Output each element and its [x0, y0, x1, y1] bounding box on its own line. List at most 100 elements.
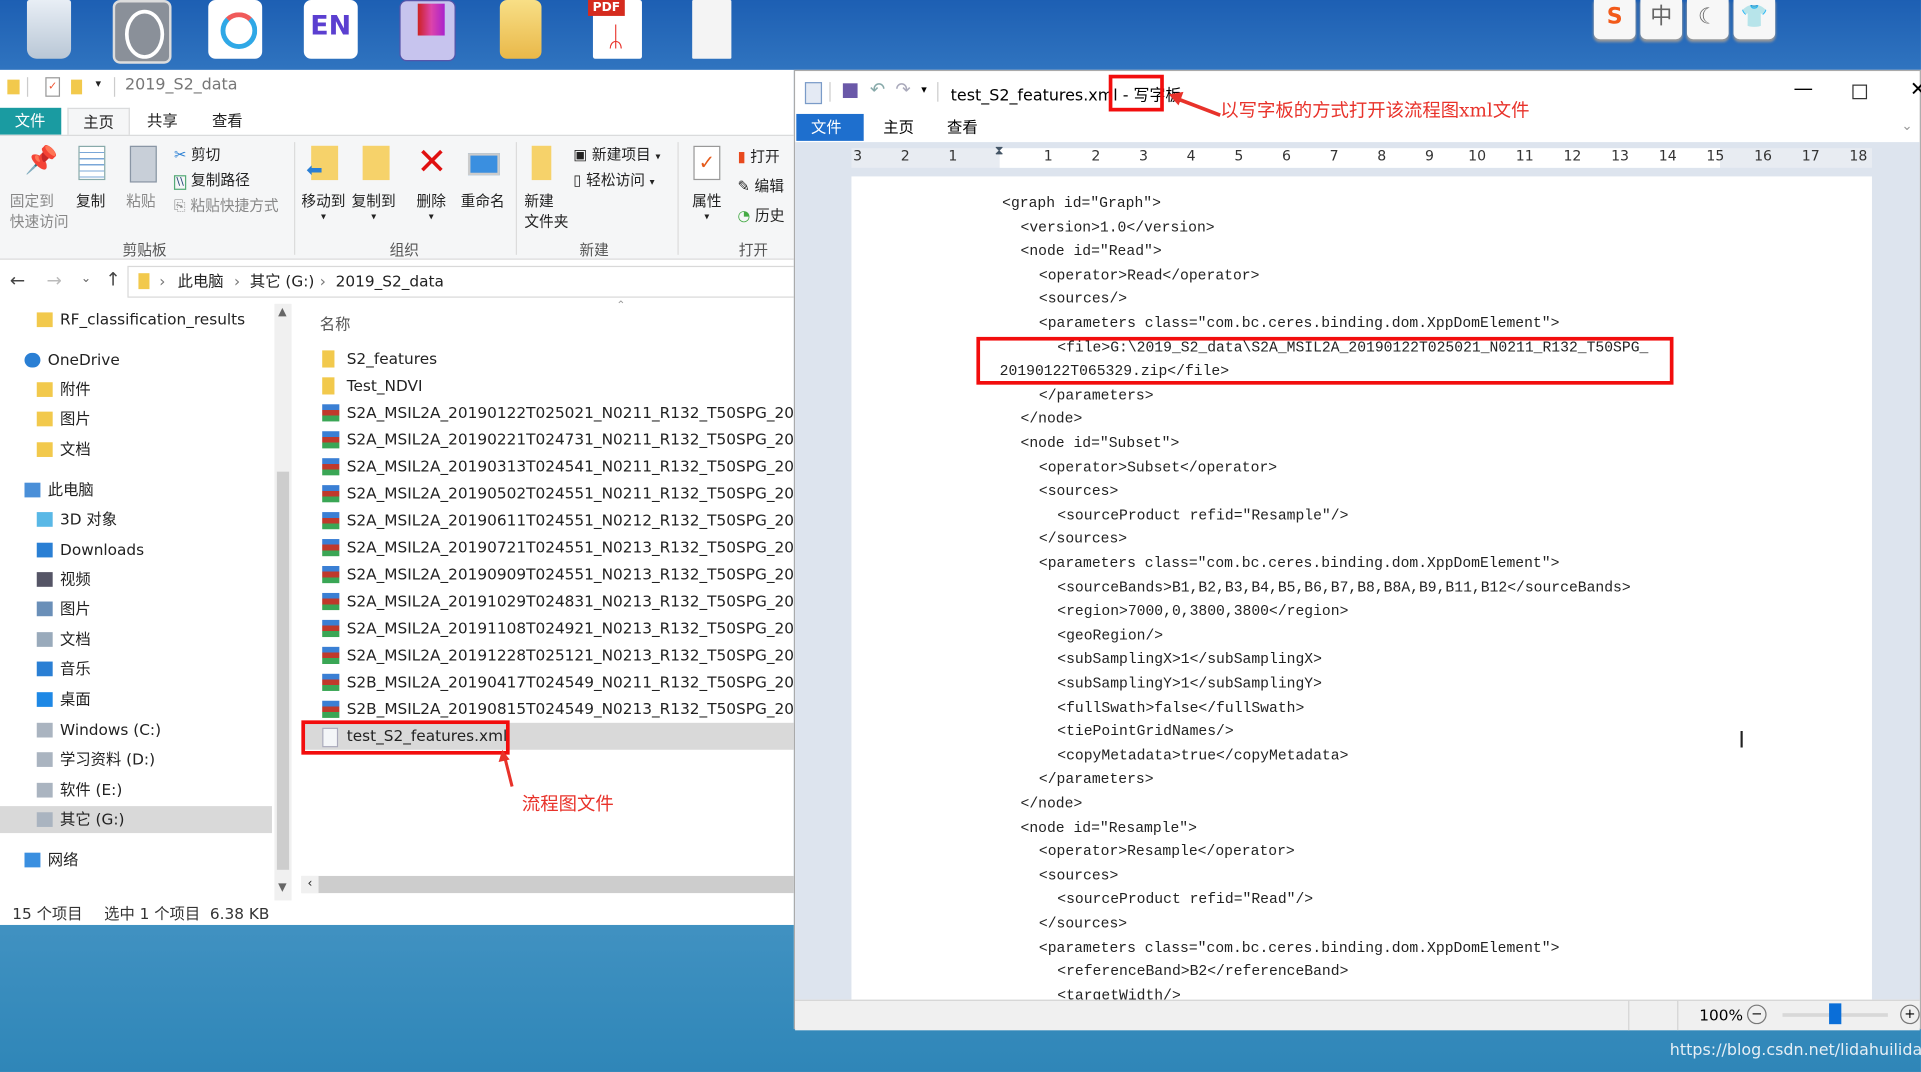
back-arrow-icon[interactable]: ←	[10, 270, 25, 292]
nav-item[interactable]: RF_classification_results	[0, 306, 272, 333]
expand-ribbon-icon[interactable]: ⌄	[1901, 118, 1912, 134]
file-row[interactable]: S2A_MSIL2A_20190721T024551_N0213_R132_T5…	[301, 534, 794, 561]
file-row[interactable]: S2A_MSIL2A_20190502T024551_N0211_R132_T5…	[301, 480, 794, 507]
breadcrumb-folder[interactable]: 2019_S2_data	[336, 267, 444, 296]
new-folder-quick-icon[interactable]	[71, 79, 83, 95]
address-bar[interactable]: › 此电脑 › 其它 (G:) › 2019_S2_data	[127, 265, 797, 298]
file-row[interactable]: S2A_MSIL2A_20190221T024731_N0211_R132_T5…	[301, 426, 794, 453]
maximize-button[interactable]	[1852, 84, 1868, 100]
horizontal-scrollbar[interactable]: ‹	[301, 875, 794, 894]
book-app-icon[interactable]	[399, 0, 456, 62]
tab-home[interactable]: 主页	[67, 107, 130, 138]
file-row[interactable]: S2A_MSIL2A_20190909T024551_N0213_R132_T5…	[301, 561, 794, 588]
file-row[interactable]: S2A_MSIL2A_20191228T025121_N0213_R132_T5…	[301, 642, 794, 669]
tab-view[interactable]: 查看	[932, 114, 992, 141]
file-row[interactable]: S2A_MSIL2A_20191108T024921_N0213_R132_T5…	[301, 615, 794, 642]
edit-button[interactable]: ✎ 编辑	[738, 175, 784, 196]
nav-item[interactable]: 文档	[0, 436, 272, 463]
tab-file[interactable]: 文件	[796, 113, 864, 141]
file-row[interactable]: S2A_MSIL2A_20190611T024551_N0212_R132_T5…	[301, 507, 794, 534]
nav-item[interactable]: 音乐	[0, 655, 272, 682]
title-bar[interactable]: ✓ ▾ 2019_S2_data	[0, 70, 794, 104]
file-row[interactable]: S2B_MSIL2A_20190815T024549_N0213_R132_T5…	[301, 696, 794, 723]
up-arrow-icon[interactable]: ↑	[105, 268, 120, 290]
scroll-down-icon[interactable]: ▼	[278, 882, 286, 894]
nav-scrollbar[interactable]: ▲ ▼	[274, 303, 292, 901]
tab-view[interactable]: 查看	[197, 108, 257, 135]
copy-button[interactable]: 复制	[76, 190, 105, 211]
scroll-left-icon[interactable]: ‹	[301, 875, 319, 894]
file-row[interactable]: S2_features	[301, 345, 793, 372]
nav-item[interactable]: 此电脑	[0, 477, 272, 504]
tab-file[interactable]: 文件	[0, 107, 62, 135]
nav-item[interactable]: 图片	[0, 595, 272, 622]
customize-toolbar-icon[interactable]: ▾	[921, 85, 927, 97]
document-page[interactable]: <graph id="Graph"> <version>1.0</version>…	[851, 176, 1872, 1000]
globe-app-icon[interactable]	[112, 0, 172, 64]
nav-item[interactable]: 文档	[0, 626, 272, 653]
paste-button[interactable]: 粘贴	[126, 190, 155, 211]
undo-icon[interactable]: ↶	[870, 78, 885, 100]
baidu-netdisk-icon[interactable]	[208, 0, 263, 59]
recycle-bin-icon[interactable]	[26, 0, 72, 59]
nav-item[interactable]: Downloads	[0, 537, 272, 564]
breadcrumb-this-pc[interactable]: 此电脑	[178, 267, 224, 296]
ruler[interactable]: ⧗ 3 2 1 1 2 3 4 5 6 7 8 9 10 11 12 13 14 15 16 17 18	[851, 145, 1872, 168]
customize-toolbar-icon[interactable]: ▾	[96, 78, 102, 90]
delete-button[interactable]: 删除 ▾	[417, 190, 446, 221]
easy-access-button[interactable]: ▯ 轻松访问 ▾	[573, 169, 654, 190]
text-document-icon[interactable]	[692, 0, 732, 59]
nav-scroll-thumb[interactable]	[276, 471, 290, 870]
nav-item[interactable]: OneDrive	[0, 347, 272, 374]
chinese-mode-icon[interactable]: 中	[1640, 0, 1683, 40]
minimize-button[interactable]: —	[1794, 76, 1814, 99]
file-row[interactable]: S2A_MSIL2A_20190313T024541_N0211_R132_T5…	[301, 453, 794, 480]
rename-button[interactable]: 重命名	[461, 190, 505, 211]
moon-icon[interactable]: ☾	[1686, 0, 1729, 40]
nav-item[interactable]: Windows (C:)	[0, 717, 272, 744]
copy-path-button[interactable]: \\ 复制路径	[173, 169, 250, 190]
skin-shirt-icon[interactable]: 👕	[1733, 0, 1776, 40]
tab-home[interactable]: 主页	[869, 114, 929, 141]
history-button[interactable]: ◔ 历史	[738, 205, 785, 226]
save-icon[interactable]	[842, 83, 858, 99]
file-row[interactable]: S2A_MSIL2A_20191029T024831_N0213_R132_T5…	[301, 588, 794, 615]
column-header-name[interactable]: 名称	[320, 311, 351, 334]
nav-item[interactable]: 附件	[0, 376, 272, 403]
nav-item[interactable]: 图片	[0, 406, 272, 433]
paste-shortcut-button[interactable]: ⎘ 粘贴快捷方式	[174, 195, 279, 216]
nav-item[interactable]: 软件 (E:)	[0, 777, 272, 804]
redo-icon[interactable]: ↷	[896, 78, 911, 100]
endnote-icon[interactable]: EN	[303, 0, 358, 59]
cut-button[interactable]: ✂ 剪切	[174, 143, 220, 164]
sogou-input-icon[interactable]: S	[1593, 0, 1636, 40]
pdf-icon[interactable]: PDF ᛦ	[588, 0, 642, 59]
zoom-out-button[interactable]: −	[1746, 1004, 1767, 1025]
move-to-button[interactable]: 移动到 ▾	[301, 190, 345, 221]
tab-share[interactable]: 共享	[132, 108, 192, 135]
file-row[interactable]: S2B_MSIL2A_20190417T024549_N0211_R132_T5…	[301, 669, 794, 696]
zoom-in-button[interactable]: +	[1900, 1004, 1920, 1025]
nav-item[interactable]: 桌面	[0, 686, 272, 713]
new-item-button[interactable]: ▣ 新建项目 ▾	[573, 143, 660, 164]
indent-marker-icon[interactable]: ⧗	[995, 145, 1004, 158]
zoom-slider-thumb[interactable]	[1829, 1003, 1842, 1025]
nav-item[interactable]: 网络	[0, 847, 272, 874]
close-button[interactable]: ✕	[1910, 77, 1921, 100]
properties-quick-icon[interactable]: ✓	[45, 77, 61, 97]
recent-locations-icon[interactable]: ⌄	[81, 272, 91, 285]
nav-item[interactable]: 3D 对象	[0, 506, 272, 533]
forward-arrow-icon[interactable]: →	[47, 270, 62, 292]
nav-item[interactable]: 学习资料 (D:)	[0, 746, 272, 773]
folder-doc-icon[interactable]	[499, 0, 542, 59]
properties-button[interactable]: 属性 ▾	[692, 190, 721, 221]
scroll-up-icon[interactable]: ▲	[278, 306, 286, 318]
nav-item[interactable]: 其它 (G:)	[0, 806, 272, 834]
pin-quick-access-button[interactable]: 固定到 快速访问	[10, 190, 69, 232]
nav-item[interactable]: 视频	[0, 566, 272, 593]
file-row[interactable]: Test_NDVI	[301, 372, 793, 399]
breadcrumb-drive-g[interactable]: 其它 (G:)	[250, 267, 314, 296]
copy-to-button[interactable]: 复制到 ▾	[352, 190, 396, 221]
open-button[interactable]: ▮ 打开	[738, 146, 780, 167]
file-row[interactable]: S2A_MSIL2A_20190122T025021_N0211_R132_T5…	[301, 399, 794, 426]
